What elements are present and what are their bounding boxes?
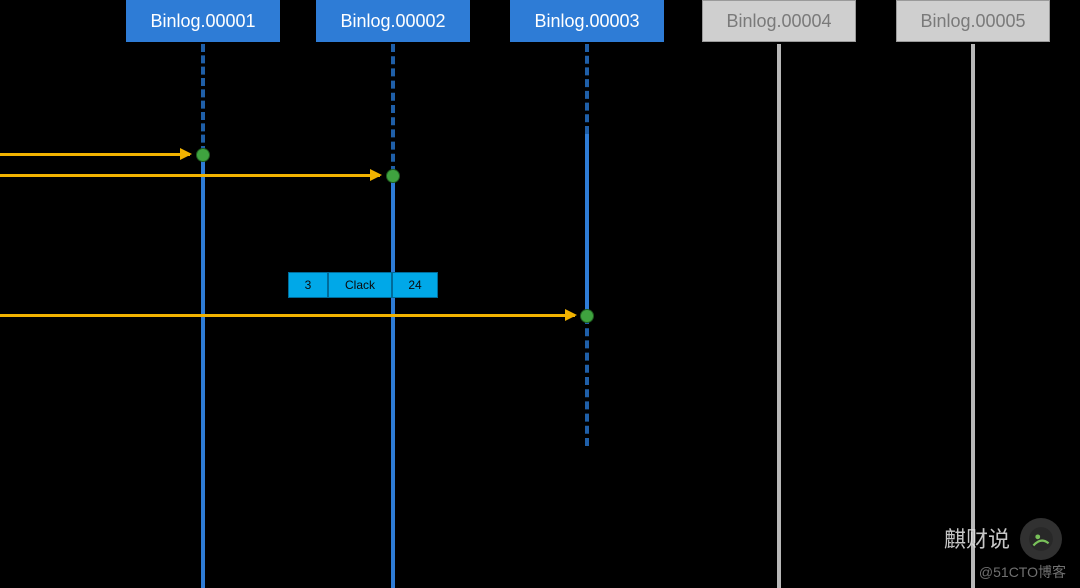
lane-header-1: Binlog.00001 — [126, 0, 280, 42]
event-marker-1 — [196, 148, 210, 162]
record-cell-name: Clack — [328, 272, 392, 298]
lane-header-2: Binlog.00002 — [316, 0, 470, 42]
lifeline-3-dashed-bot — [585, 316, 589, 446]
lifeline-2-dashed — [391, 44, 395, 174]
log-record: 3 Clack 24 — [288, 272, 438, 298]
watermark-source: @51CTO博客 — [979, 562, 1066, 582]
lane-header-4: Binlog.00004 — [702, 0, 856, 42]
event-arrow-1 — [0, 153, 190, 156]
watermark-brand: 麒财说 — [944, 522, 1010, 554]
lane-header-3: Binlog.00003 — [510, 0, 664, 42]
event-marker-3 — [580, 309, 594, 323]
record-cell-id: 3 — [288, 272, 328, 298]
lane-header-5: Binlog.00005 — [896, 0, 1050, 42]
lifeline-1-solid — [201, 154, 205, 588]
lifeline-5 — [971, 44, 975, 588]
event-arrow-3 — [0, 314, 575, 317]
event-arrow-2 — [0, 174, 380, 177]
watermark-logo-icon — [1020, 518, 1062, 560]
event-marker-2 — [386, 169, 400, 183]
lifeline-3-dashed-top — [585, 44, 589, 134]
record-cell-val: 24 — [392, 272, 438, 298]
lifeline-2-solid — [391, 174, 395, 588]
lifeline-1-dashed — [201, 44, 205, 154]
lifeline-4 — [777, 44, 781, 588]
lifeline-3-solid — [585, 134, 589, 316]
